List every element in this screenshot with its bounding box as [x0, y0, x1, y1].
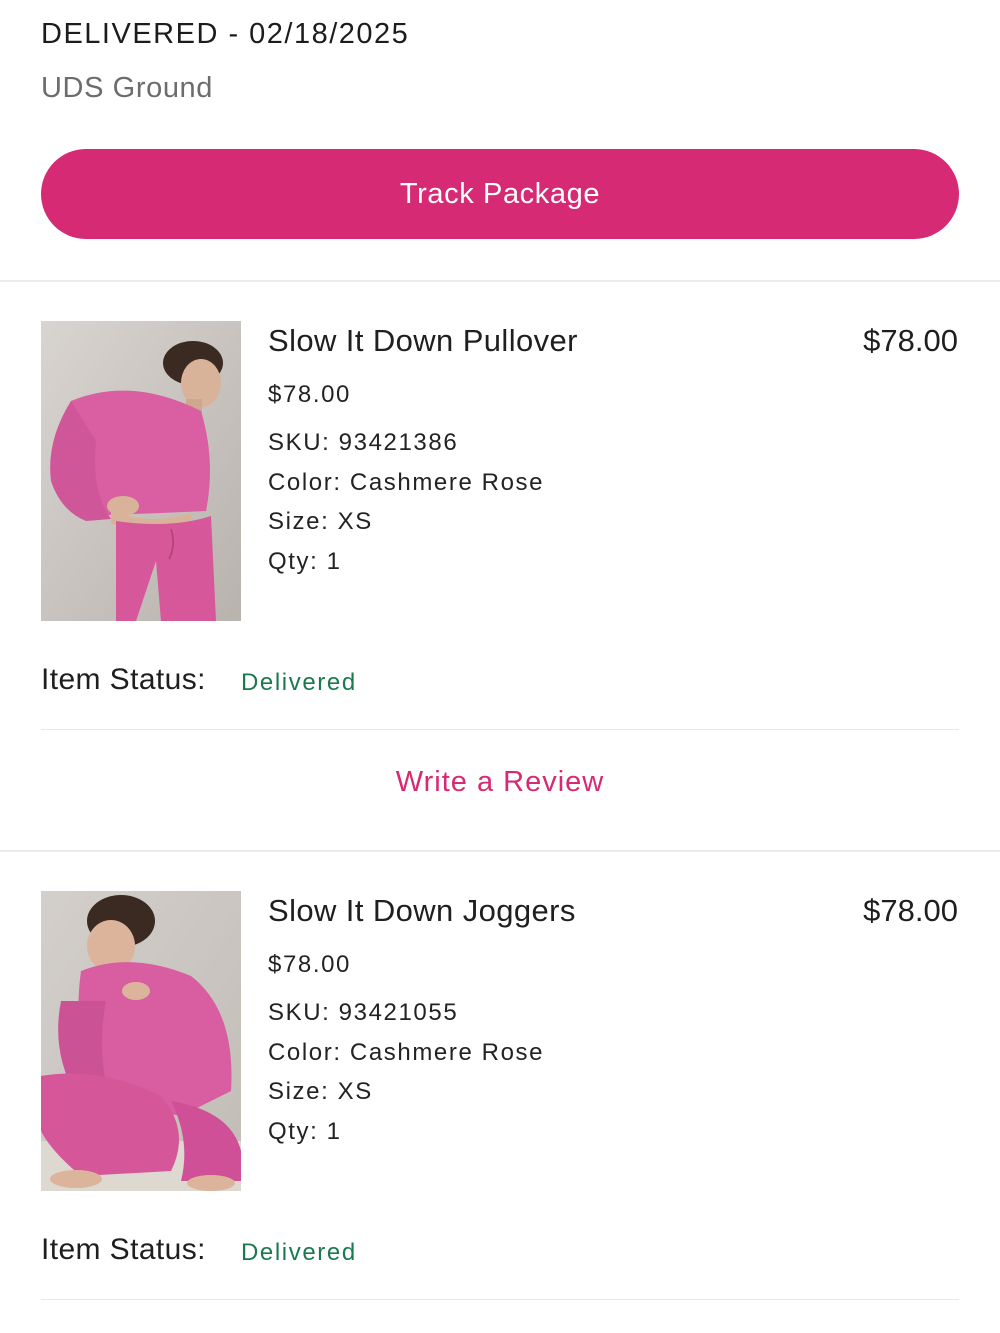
line-total: $78.00 — [863, 323, 958, 358]
product-size: Size: XS — [268, 1078, 373, 1105]
product-size: Size: XS — [268, 508, 373, 535]
product-sku: SKU: 93421386 — [268, 429, 459, 456]
item-status-label: Item Status: — [41, 1233, 206, 1266]
product-name[interactable]: Slow It Down Pullover — [268, 323, 578, 359]
unit-price: $78.00 — [268, 951, 352, 978]
item-status-label: Item Status: — [41, 663, 206, 696]
line-total: $78.00 — [863, 893, 958, 928]
product-color: Color: Cashmere Rose — [268, 469, 545, 496]
product-photo-joggers — [41, 891, 241, 1191]
product-quantity: Qty: 1 — [268, 1118, 342, 1145]
product-color: Color: Cashmere Rose — [268, 1039, 545, 1066]
order-item: Slow It Down Pullover $78.00 $78.00 SKU:… — [0, 321, 1000, 741]
track-package-button[interactable]: Track Package — [41, 149, 959, 239]
product-image[interactable] — [41, 321, 241, 621]
write-review-link[interactable]: Write a Review — [0, 766, 1000, 799]
order-item: Slow It Down Joggers $78.00 $78.00 SKU: … — [0, 891, 1000, 1311]
product-photo-pullover — [41, 321, 241, 621]
section-divider — [0, 280, 1000, 282]
item-status-value: Delivered — [241, 1239, 357, 1266]
item-status: Item Status: Delivered — [41, 663, 355, 697]
item-divider — [41, 729, 959, 730]
product-name[interactable]: Slow It Down Joggers — [268, 893, 576, 929]
product-quantity: Qty: 1 — [268, 548, 342, 575]
item-status: Item Status: Delivered — [41, 1233, 355, 1267]
product-sku: SKU: 93421055 — [268, 999, 459, 1026]
item-status-value: Delivered — [241, 669, 357, 696]
unit-price: $78.00 — [268, 381, 352, 408]
delivery-status-title: DELIVERED - 02/18/2025 — [41, 18, 410, 50]
item-divider — [41, 1299, 959, 1300]
product-image[interactable] — [41, 891, 241, 1191]
shipping-carrier: UDS Ground — [41, 72, 214, 104]
section-divider — [0, 850, 1000, 852]
